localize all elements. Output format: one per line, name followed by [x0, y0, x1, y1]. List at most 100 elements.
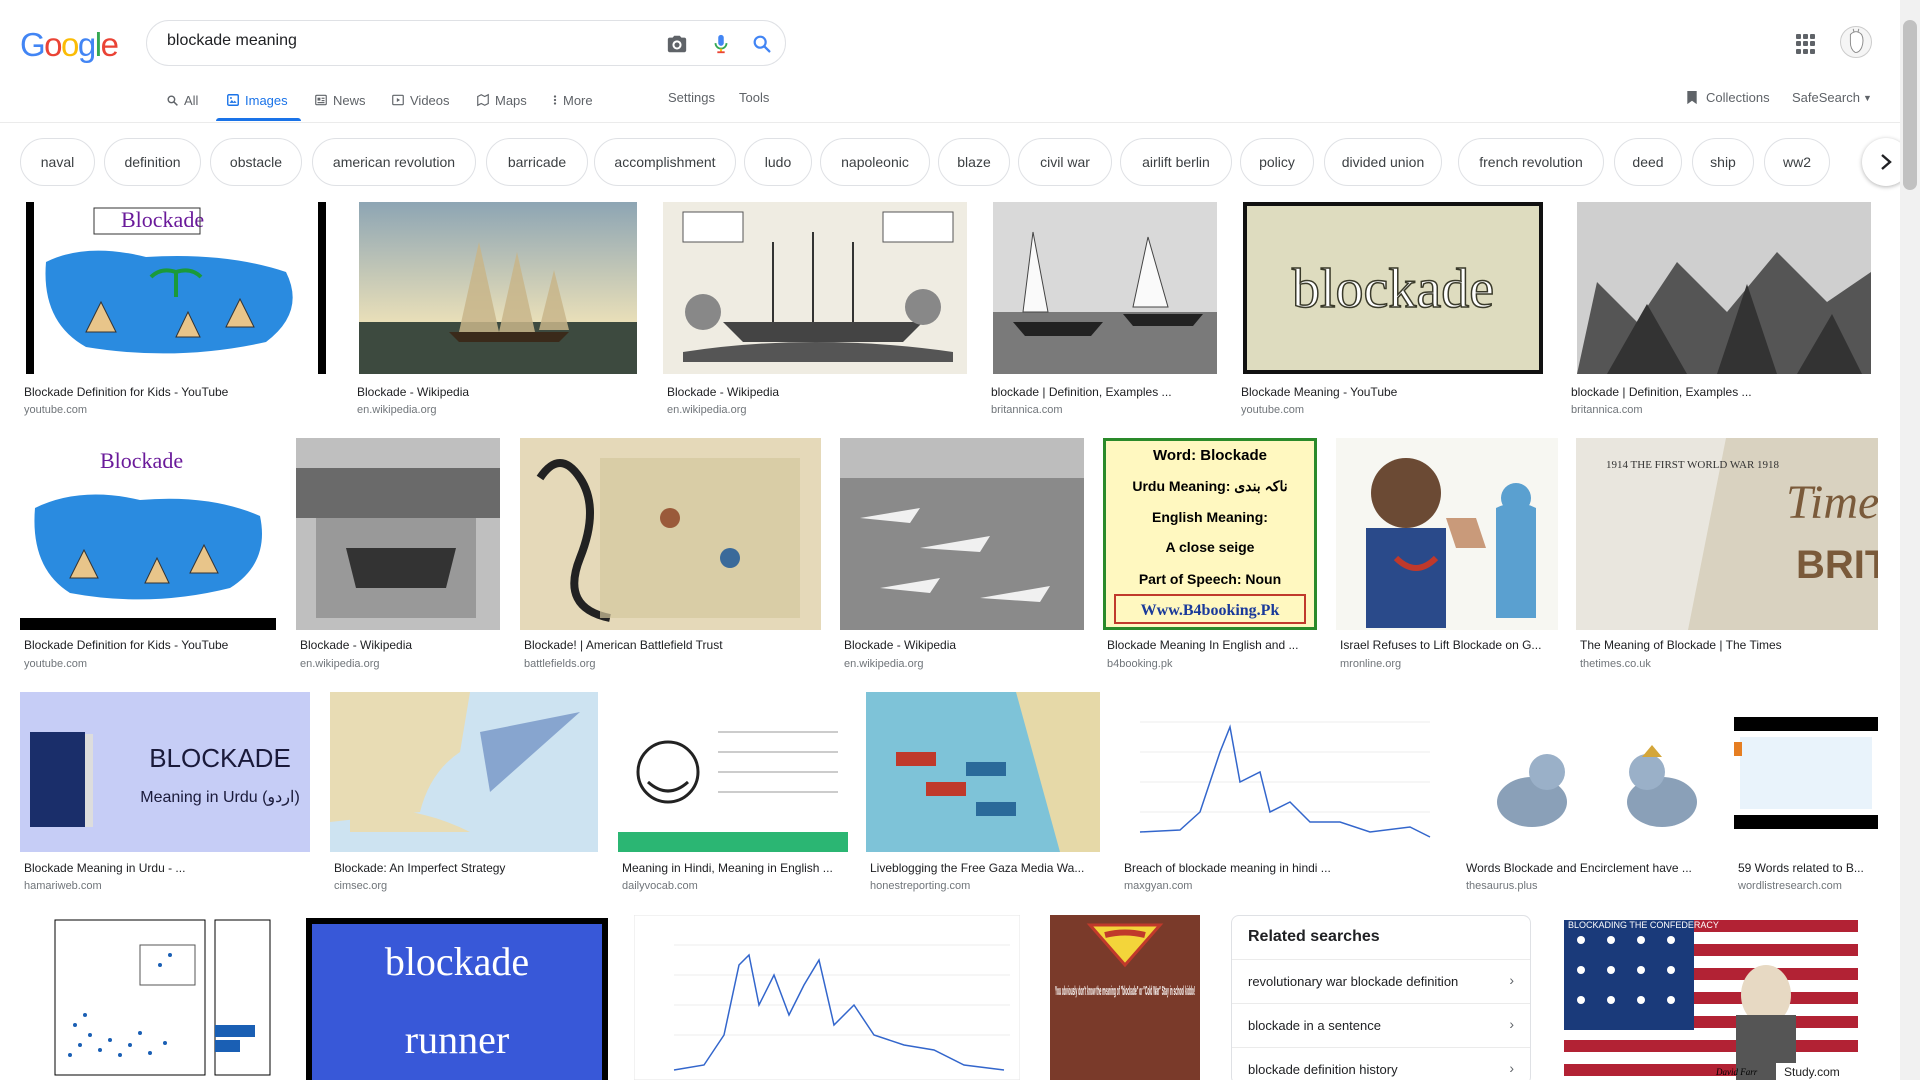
result-thumbnail: blockade runner: [306, 918, 608, 1080]
safesearch-label: SafeSearch: [1792, 90, 1860, 105]
image-result[interactable]: Blockade - Wikipedia en.wikipedia.org: [353, 202, 653, 420]
result-source: en.wikipedia.org: [357, 404, 437, 416]
caret-down-icon: ▼: [1862, 92, 1872, 103]
chip[interactable]: obstacle: [210, 138, 302, 186]
tab-all[interactable]: All: [166, 90, 198, 110]
avatar[interactable]: [1840, 26, 1872, 58]
chip[interactable]: ship: [1692, 138, 1754, 186]
chevron-right-icon: [1881, 154, 1892, 170]
result-title: blockade | Definition, Examples ...: [1571, 385, 1752, 399]
image-result[interactable]: Words Blockade and Encirclement have ...…: [1462, 692, 1722, 898]
chevron-right-icon: ›: [1509, 1060, 1514, 1076]
result-thumbnail: Blockade: [26, 202, 326, 374]
tab-maps[interactable]: Maps: [476, 90, 527, 110]
image-result[interactable]: Blockade! | American Battlefield Trust b…: [520, 438, 830, 674]
tools-link[interactable]: Tools: [739, 90, 769, 105]
google-logo[interactable]: Google: [20, 26, 119, 64]
image-result[interactable]: Breach of blockade meaning in hindi ... …: [1120, 692, 1450, 898]
result-source: wordlistresearch.com: [1738, 880, 1842, 892]
result-title: Blockade Definition for Kids - YouTube: [24, 385, 229, 399]
result-thumbnail: Word: Blockade Urdu Meaning: ناکہ بندی Eng…: [1103, 438, 1317, 630]
related-heading: Related searches: [1248, 928, 1380, 945]
image-result[interactable]: Word: Blockade Urdu Meaning: ناکہ بندی Eng…: [1103, 438, 1333, 674]
result-title: Blockade - Wikipedia: [667, 385, 780, 399]
svg-text:1914 THE FIRST WORLD WAR 1918: 1914 THE FIRST WORLD WAR 1918: [1606, 459, 1780, 471]
logo-letter: o: [44, 26, 62, 63]
chip[interactable]: definition: [104, 138, 201, 186]
result-source: youtube.com: [1241, 404, 1304, 416]
svg-text:BLOCKADING THE CONFEDERACY: BLOCKADING THE CONFEDERACY: [1568, 920, 1719, 930]
related-item[interactable]: revolutionary war blockade definition ›: [1232, 959, 1530, 1003]
chip[interactable]: napoleonic: [820, 138, 930, 186]
image-result[interactable]: BLOCKADE Meaning in Urdu (اردو) Blockade …: [20, 692, 320, 898]
tab-news[interactable]: News: [314, 90, 366, 110]
tab-images[interactable]: Images: [226, 90, 288, 110]
chip[interactable]: ludo: [744, 138, 812, 186]
chip[interactable]: deed: [1614, 138, 1682, 186]
chip[interactable]: american revolution: [312, 138, 476, 186]
svg-text:BRITA: BRITA: [1796, 543, 1878, 587]
chip-label: naval: [40, 154, 75, 170]
chip[interactable]: civil war: [1018, 138, 1112, 186]
chip[interactable]: ww2: [1764, 138, 1830, 186]
image-result[interactable]: Liveblogging the Free Gaza Media Wa... h…: [866, 692, 1106, 898]
search-input[interactable]: [167, 32, 627, 50]
image-result[interactable]: blockade | Definition, Examples ... brit…: [1567, 202, 1887, 420]
image-result[interactable]: Israel Refuses to Lift Blockade on G... …: [1336, 438, 1566, 674]
svg-text:Blockade: Blockade: [100, 448, 183, 473]
chip[interactable]: accomplishment: [594, 138, 736, 186]
result-thumbnail: Blockade: [20, 438, 276, 630]
image-result[interactable]: BLOCKADING THE CONFEDERACY Study.com David…: [1556, 915, 1876, 1080]
image-result[interactable]: You obviously don't know the meaning of …: [1050, 915, 1200, 1080]
related-item-label: blockade in a sentence: [1248, 1018, 1381, 1033]
related-item-label: blockade definition history: [1248, 1062, 1398, 1077]
tab-videos[interactable]: Videos: [391, 90, 450, 110]
chip[interactable]: airlift berlin: [1120, 138, 1232, 186]
page-scrollbar[interactable]: [1900, 0, 1920, 1080]
image-result[interactable]: blockade | Definition, Examples ... brit…: [987, 202, 1227, 420]
header-divider: [0, 122, 1900, 123]
related-item[interactable]: blockade definition history ›: [1232, 1047, 1530, 1080]
camera-icon[interactable]: [665, 33, 689, 55]
image-result[interactable]: 59 Words related to B... wordlistresearc…: [1734, 692, 1894, 898]
safesearch-dropdown[interactable]: SafeSearch ▼: [1792, 90, 1872, 105]
scrollbar-thumb[interactable]: [1903, 20, 1917, 190]
result-thumbnail: [618, 692, 848, 852]
microphone-icon[interactable]: [709, 33, 733, 55]
image-result[interactable]: Blockade: An Imperfect Strategy cimsec.o…: [330, 692, 610, 898]
image-result[interactable]: Blockade - Wikipedia en.wikipedia.org: [840, 438, 1090, 674]
result-title: Blockade Meaning - YouTube: [1241, 385, 1398, 399]
image-result[interactable]: [20, 915, 276, 1080]
chip[interactable]: policy: [1240, 138, 1314, 186]
chip-label: american revolution: [332, 154, 456, 170]
result-thumbnail: blockade: [1243, 202, 1543, 374]
image-result[interactable]: TimesBRITA1914 THE FIRST WORLD WAR 1918 …: [1576, 438, 1886, 674]
image-result[interactable]: Blockade - Wikipedia en.wikipedia.org: [296, 438, 506, 674]
chip[interactable]: naval: [20, 138, 95, 186]
collections-button[interactable]: Collections: [1686, 90, 1770, 105]
image-result[interactable]: blockade runner: [306, 918, 608, 1080]
result-thumbnail: BLOCKADING THE CONFEDERACY Study.com David…: [1556, 915, 1866, 1080]
chip-label: obstacle: [229, 154, 283, 170]
chip[interactable]: barricade: [486, 138, 588, 186]
settings-link[interactable]: Settings: [668, 90, 715, 105]
image-result[interactable]: Blockade Blockade Definition for Kids - …: [20, 438, 280, 674]
image-result[interactable]: [634, 915, 1020, 1080]
chip[interactable]: french revolution: [1458, 138, 1604, 186]
search-icon[interactable]: [750, 33, 774, 55]
result-source: honestreporting.com: [870, 880, 971, 892]
search-box[interactable]: [146, 20, 786, 66]
tab-more[interactable]: More: [552, 90, 593, 110]
image-result[interactable]: Blockade Blockade Definition for Kids - …: [20, 202, 330, 420]
apps-grid-icon[interactable]: [1796, 34, 1816, 54]
chip[interactable]: blaze: [938, 138, 1010, 186]
chevron-right-icon: ›: [1509, 972, 1514, 988]
image-result[interactable]: Meaning in Hindi, Meaning in English ...…: [618, 692, 858, 898]
svg-text:blockade: blockade: [1292, 258, 1494, 320]
result-thumbnail: BLOCKADE Meaning in Urdu (اردو): [20, 692, 310, 852]
image-result[interactable]: Blockade - Wikipedia en.wikipedia.org: [663, 202, 973, 420]
related-item[interactable]: blockade in a sentence ›: [1232, 1003, 1530, 1047]
chip[interactable]: divided union: [1324, 138, 1442, 186]
image-result[interactable]: blockade Blockade Meaning - YouTube yout…: [1237, 202, 1547, 420]
bookmark-icon: [1687, 90, 1697, 105]
